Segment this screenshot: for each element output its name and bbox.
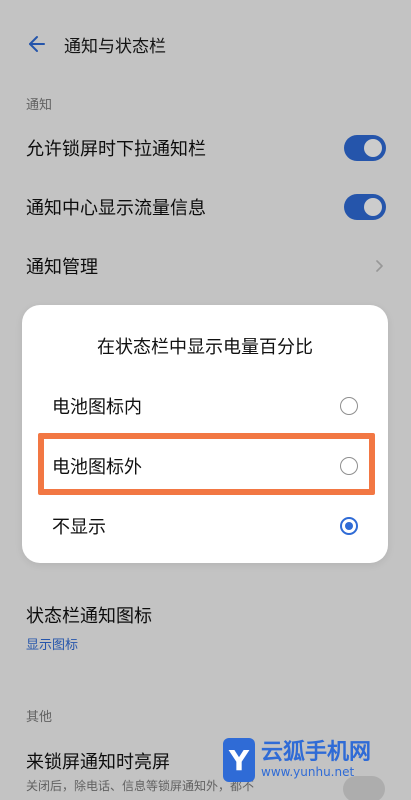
option-label: 电池图标外 — [52, 457, 142, 478]
option-label: 不显示 — [52, 517, 106, 538]
dialog-title: 在状态栏中显示电量百分比 — [97, 337, 313, 358]
watermark: Y 云狐手机网 www.yunhu.net — [223, 733, 401, 787]
option-hide[interactable]: 不显示 — [22, 499, 388, 555]
watermark-texts: 云狐手机网 www.yunhu.net — [261, 740, 372, 780]
option-label: 电池图标内 — [52, 397, 142, 418]
radio-button[interactable] — [340, 457, 358, 475]
watermark-logo: Y — [223, 738, 255, 782]
radio-button-selected[interactable] — [340, 517, 358, 535]
option-inside-battery-icon[interactable]: 电池图标内 — [22, 379, 388, 435]
watermark-cn: 云狐手机网 — [261, 740, 372, 765]
battery-percentage-dialog: 在状态栏中显示电量百分比 电池图标内 电池图标外 不显示 — [22, 305, 388, 563]
watermark-url: www.yunhu.net — [261, 765, 355, 779]
radio-button[interactable] — [340, 397, 358, 415]
option-outside-battery-icon[interactable]: 电池图标外 — [22, 439, 388, 495]
